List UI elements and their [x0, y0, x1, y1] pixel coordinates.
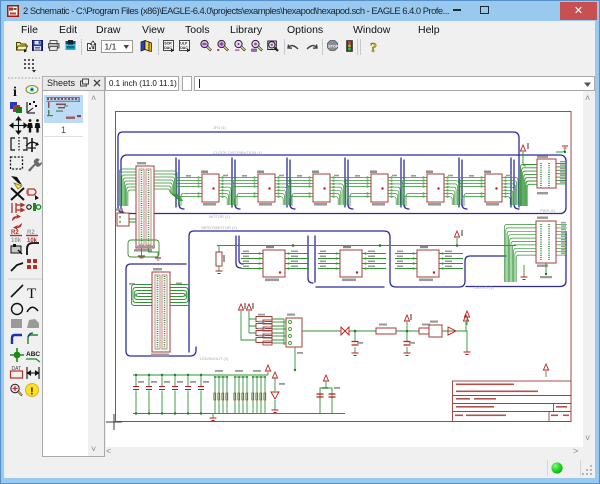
svg-text:ULP: ULP — [180, 42, 188, 46]
svg-text:SERVO/MOTOR (1): SERVO/MOTOR (1) — [201, 225, 238, 230]
svg-text:ABC: ABC — [26, 351, 40, 358]
svg-text:STOP: STOP — [328, 44, 339, 48]
svg-text:PWR (1): PWR (1) — [540, 208, 556, 213]
svg-text:SCR: SCR — [164, 42, 172, 46]
svg-text:!: ! — [30, 387, 33, 398]
svg-text:T: T — [27, 286, 36, 302]
svg-text:DAT: DAT — [12, 366, 22, 372]
svg-text:1/1: 1/1 — [105, 42, 117, 52]
svg-text:MOTOR (1): MOTOR (1) — [209, 214, 230, 219]
svg-text:JP4 (1): JP4 (1) — [213, 125, 227, 130]
svg-text:10k: 10k — [11, 238, 22, 244]
svg-text:?: ? — [370, 41, 377, 56]
svg-text:LED/IN/OUT (1): LED/IN/OUT (1) — [200, 356, 229, 361]
svg-text:i: i — [13, 85, 17, 100]
svg-text:DIG I/O (1): DIG I/O (1) — [474, 285, 494, 290]
svg-text:CLOCK DISTRIBUTION (1): CLOCK DISTRIBUTION (1) — [213, 150, 263, 155]
